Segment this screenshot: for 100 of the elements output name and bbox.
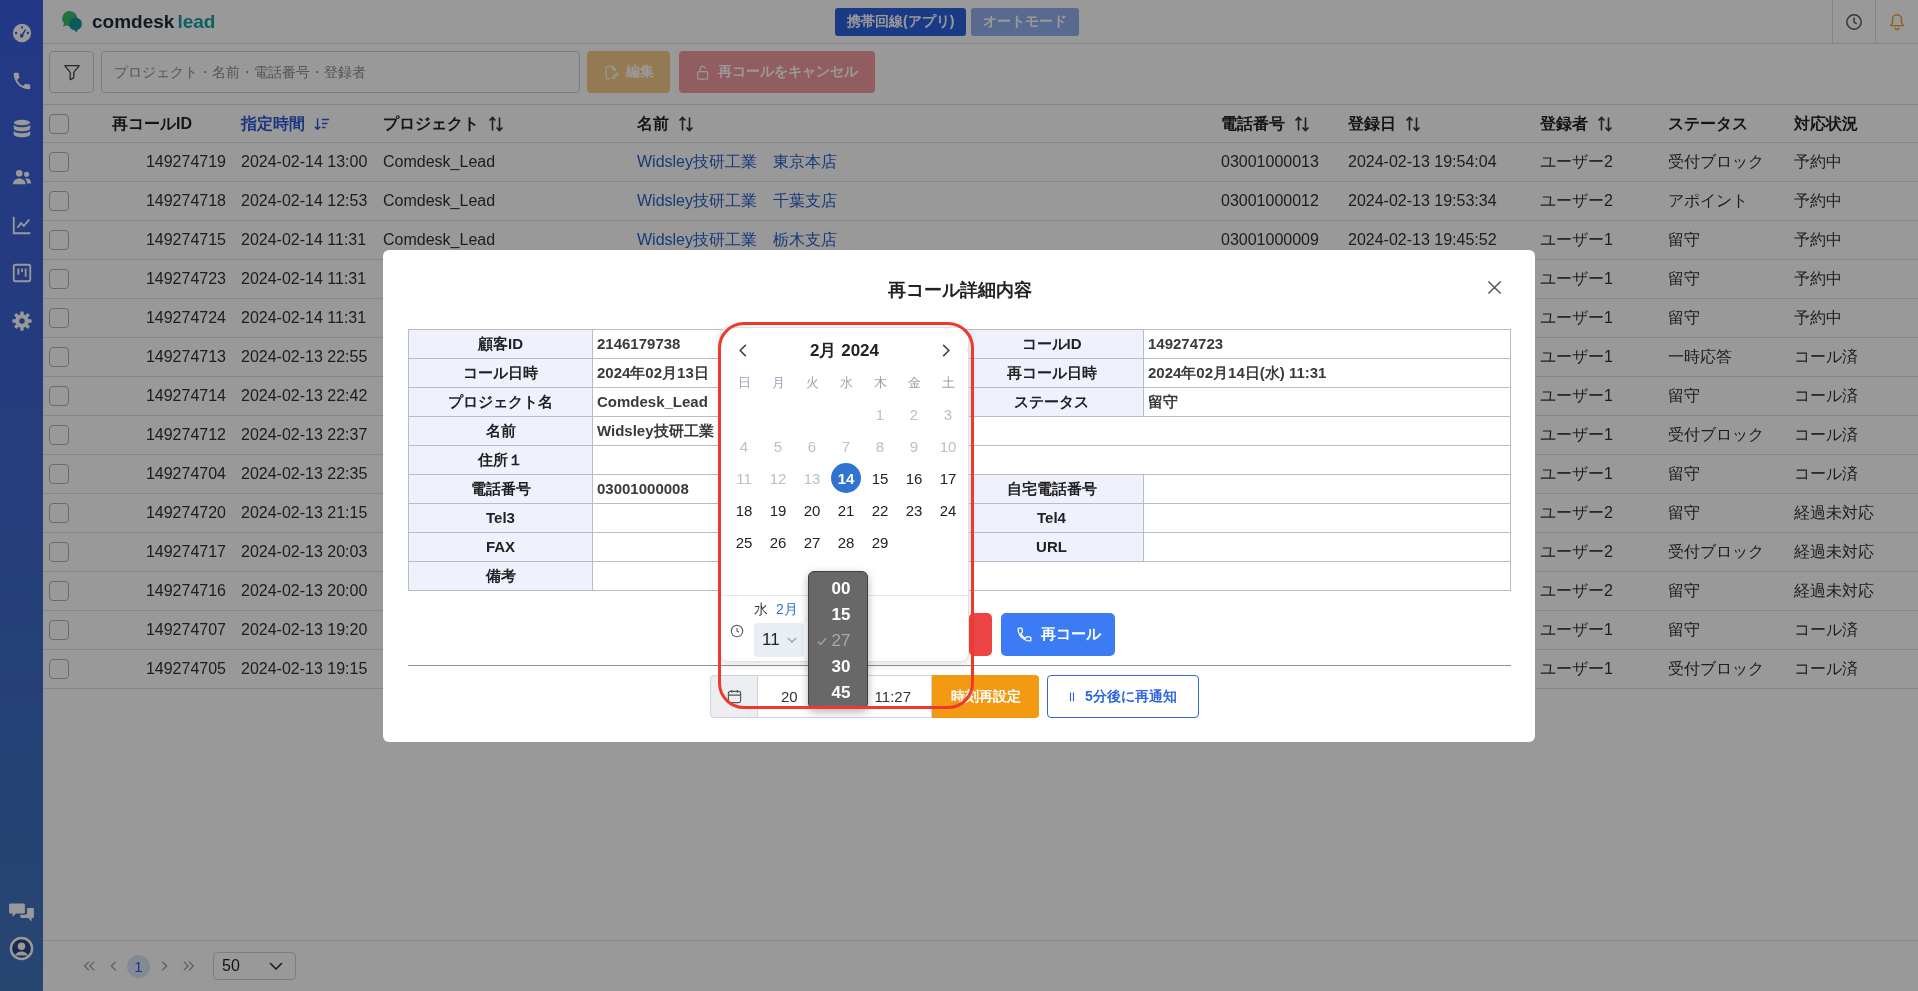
table-cell: ユーザー2: [1540, 543, 1613, 560]
minute-option[interactable]: 15: [809, 602, 867, 628]
calendar-day[interactable]: 19: [763, 495, 793, 525]
clock-icon[interactable]: [1845, 12, 1863, 31]
column-header[interactable]: 登録日: [1348, 114, 1421, 133]
row-checkbox[interactable]: [49, 386, 69, 406]
name-link[interactable]: Widsley技研工業 千葉支店: [637, 192, 837, 209]
settings-icon[interactable]: [10, 310, 33, 332]
close-icon[interactable]: [1487, 280, 1502, 295]
table-cell: 149274707: [145, 621, 226, 638]
column-header[interactable]: プロジェクト: [383, 114, 504, 133]
column-header[interactable]: 指定時間: [241, 114, 330, 133]
check-icon: [817, 637, 827, 646]
calendar-day[interactable]: 24: [933, 495, 963, 525]
table-cell: ユーザー1: [1540, 270, 1613, 287]
table-cell: 受付ブロック: [1668, 153, 1764, 170]
clock-icon: [730, 623, 744, 638]
calendar-icon[interactable]: [710, 675, 758, 718]
row-checkbox[interactable]: [49, 308, 69, 328]
field-label: 名前: [485, 422, 516, 439]
row-checkbox[interactable]: [49, 269, 69, 289]
column-header[interactable]: 登録者: [1540, 114, 1613, 133]
calendar-day[interactable]: 23: [899, 495, 929, 525]
name-link[interactable]: Widsley技研工業 栃木支店: [637, 231, 837, 248]
table-cell: 留守: [1668, 582, 1700, 599]
table-cell: 149274716: [145, 582, 226, 599]
gauge-icon[interactable]: [10, 22, 33, 44]
calendar-day[interactable]: 28: [831, 527, 861, 557]
minute-option[interactable]: 45: [809, 680, 867, 706]
row-checkbox[interactable]: [49, 620, 69, 640]
row-checkbox[interactable]: [49, 659, 69, 679]
column-header[interactable]: 名前: [637, 114, 694, 133]
sort-arrows-icon: [1294, 115, 1310, 132]
calendar-day[interactable]: 27: [797, 527, 827, 557]
logo-suffix: lead: [177, 10, 216, 33]
table-cell: 149274715: [145, 231, 226, 248]
field-label: ステータス: [1014, 393, 1089, 410]
table-cell: ユーザー1: [1540, 660, 1613, 677]
row-checkbox[interactable]: [49, 230, 69, 250]
field-label: 再コール日時: [1006, 364, 1097, 381]
calendar-day[interactable]: 16: [899, 463, 929, 493]
table-cell: 経過未対応: [1794, 543, 1874, 560]
sort-arrows-icon: [1597, 115, 1613, 132]
search-field[interactable]: プロジェクト・名前・電話番号・登録者: [101, 51, 580, 93]
bell-icon[interactable]: [1888, 12, 1906, 31]
row-checkbox[interactable]: [49, 425, 69, 445]
table-cell: 留守: [1668, 231, 1700, 248]
page-button[interactable]: 1: [127, 954, 150, 978]
calendar-day[interactable]: 18: [729, 495, 759, 525]
last-page-icon[interactable]: [181, 959, 196, 973]
field-label: 自宅電話番号: [1006, 480, 1097, 497]
calendar-day[interactable]: 26: [763, 527, 793, 557]
chevron-right-icon[interactable]: [941, 342, 951, 358]
calendar-day[interactable]: 21: [831, 495, 861, 525]
table-cell: 03001000012: [1221, 192, 1319, 209]
board-icon[interactable]: [10, 262, 33, 284]
select-all-checkbox[interactable]: [49, 113, 69, 134]
row-checkbox[interactable]: [49, 152, 69, 172]
table-cell: 一時応答: [1668, 348, 1732, 365]
page-size-select[interactable]: 50: [213, 952, 296, 980]
filter-button[interactable]: [49, 51, 94, 93]
snooze-button[interactable]: 5分後に再通知: [1047, 675, 1199, 718]
line-chart-icon[interactable]: [10, 214, 33, 236]
mode-toggle-button[interactable]: 携帯回線(アプリ): [835, 7, 967, 36]
table-cell: ユーザー1: [1540, 465, 1613, 482]
logo-wordmark: comdesk: [92, 10, 175, 33]
row-checkbox[interactable]: [49, 347, 69, 367]
first-page-icon[interactable]: [81, 959, 96, 973]
weekday-label: 金: [907, 374, 921, 392]
calendar-day[interactable]: 29: [865, 527, 895, 557]
name-link[interactable]: Widsley技研工業 東京本店: [637, 153, 837, 170]
weekday-text: 水: [754, 601, 768, 619]
field-value: 03001000008: [597, 480, 689, 497]
chevron-left-icon[interactable]: [738, 342, 748, 358]
minute-option[interactable]: 00: [809, 576, 867, 602]
table-cell: ユーザー2: [1540, 504, 1613, 521]
table-cell: 149274720: [145, 504, 226, 521]
sort-arrows-icon: [1405, 115, 1421, 132]
calendar-day[interactable]: 20: [797, 495, 827, 525]
row-checkbox[interactable]: [49, 191, 69, 211]
action-button[interactable]: 再コール: [1001, 613, 1115, 656]
row-checkbox[interactable]: [49, 542, 69, 562]
hour-select[interactable]: 11: [754, 623, 804, 657]
row-checkbox[interactable]: [49, 464, 69, 484]
calendar-day[interactable]: 17: [933, 463, 963, 493]
sort-arrows-icon: [488, 115, 504, 132]
calendar-day[interactable]: 14: [831, 463, 861, 493]
chevron-down-icon: [787, 637, 797, 643]
table-cell: コール済: [1794, 426, 1858, 443]
calendar-day[interactable]: 22: [865, 495, 895, 525]
table-cell: ユーザー1: [1540, 348, 1613, 365]
calendar-day[interactable]: 15: [865, 463, 895, 493]
table-cell: 経過未対応: [1794, 582, 1874, 599]
calendar-day[interactable]: 25: [729, 527, 759, 557]
row-checkbox[interactable]: [49, 503, 69, 523]
table-cell: コール済: [1794, 621, 1858, 638]
row-checkbox[interactable]: [49, 581, 69, 601]
table-cell: 2024-02-13 20:00: [241, 582, 368, 599]
column-header[interactable]: 電話番号: [1221, 114, 1310, 133]
user-circle-icon[interactable]: [8, 935, 35, 962]
